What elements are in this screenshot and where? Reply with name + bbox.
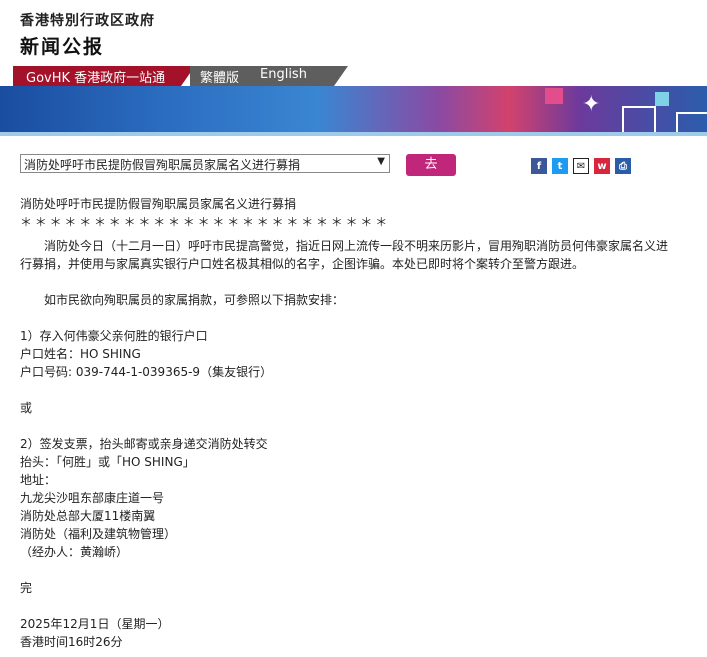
article-headline: 消防处呼吁市民提防假冒殉职属员家属名义进行募捐	[20, 197, 297, 211]
print-icon[interactable]: ⎙	[615, 158, 631, 174]
email-icon[interactable]: ✉	[573, 158, 589, 174]
address-line: 九龙尖沙咀东部康庄道一号	[20, 491, 165, 505]
sparkle-icon: ✦	[582, 92, 601, 117]
banner-square	[655, 92, 669, 106]
banner-square	[676, 112, 707, 132]
paragraph: 如市民欲向殉职属员的家属捐款，可参照以下捐款安排：	[44, 293, 345, 307]
go-button[interactable]: 去	[406, 154, 456, 176]
selected-topic: 消防处呼吁市民提防假冒殉职属员家属名义进行募捐	[24, 158, 301, 172]
govhk-tab: GovHK 香港政府一站通	[13, 66, 195, 86]
account-number: 户口号码: 039-744-1-039365-9（集友银行）	[20, 365, 273, 379]
banner-stripe	[0, 132, 707, 136]
publish-date: 2025年12月1日（星期一）	[20, 617, 170, 631]
banner-square	[545, 88, 563, 104]
option2-title: 2）签发支票，抬头邮寄或亲身递交消防处转交	[20, 437, 268, 451]
address-line: 消防处（福利及建筑物管理）	[20, 527, 177, 541]
page-header: 香港特別行政区政府 新闻公报	[20, 10, 155, 59]
weibo-icon[interactable]: w	[594, 158, 610, 174]
topic-select[interactable]: 消防处呼吁市民提防假冒殉职属员家属名义进行募捐 ▼	[20, 154, 390, 173]
facebook-icon[interactable]: f	[531, 158, 547, 174]
option1-title: 1）存入何伟豪父亲何胜的银行户口	[20, 329, 208, 343]
address-label: 地址：	[20, 473, 57, 487]
publish-time: 香港时间16时26分	[20, 635, 123, 649]
decorative-banner: ✦	[0, 86, 707, 136]
language-tab: 繁體版 English	[190, 66, 348, 86]
traditional-chinese-link[interactable]: 繁體版	[200, 67, 239, 86]
payee-line: 抬头：「何胜」或「HO SHING」	[20, 455, 195, 469]
english-link[interactable]: English	[260, 67, 307, 82]
controls-bar: 消防处呼吁市民提防假冒殉职属员家属名义进行募捐 ▼ 去 f t ✉ w ⎙	[20, 154, 700, 178]
gov-name: 香港特別行政区政府	[20, 13, 155, 29]
paragraph: 消防处今日（十二月一日）呼吁市民提高警觉，指近日网上流传一段不明来历影片，冒用殉…	[20, 239, 669, 271]
top-nav: GovHK 香港政府一站通 繁體版 English	[0, 66, 707, 86]
govhk-link[interactable]: GovHK 香港政府一站通	[26, 67, 165, 86]
or-text: 或	[20, 401, 33, 415]
address-line: 消防处总部大厦11楼南翼	[20, 509, 156, 523]
address-line: （经办人：黄瀚峤）	[20, 545, 129, 559]
press-release-title: 新闻公报	[20, 36, 105, 58]
end-marker: 完	[20, 581, 33, 595]
account-name: 户口姓名：HO SHING	[20, 347, 141, 361]
chevron-down-icon: ▼	[377, 156, 385, 167]
separator: ＊＊＊＊＊＊＊＊＊＊＊＊＊＊＊＊＊＊＊＊＊＊＊＊＊	[20, 215, 391, 229]
share-icons: f t ✉ w ⎙	[531, 158, 631, 174]
article-body: 消防处呼吁市民提防假冒殉职属员家属名义进行募捐 ＊＊＊＊＊＊＊＊＊＊＊＊＊＊＊＊…	[20, 195, 670, 651]
twitter-icon[interactable]: t	[552, 158, 568, 174]
